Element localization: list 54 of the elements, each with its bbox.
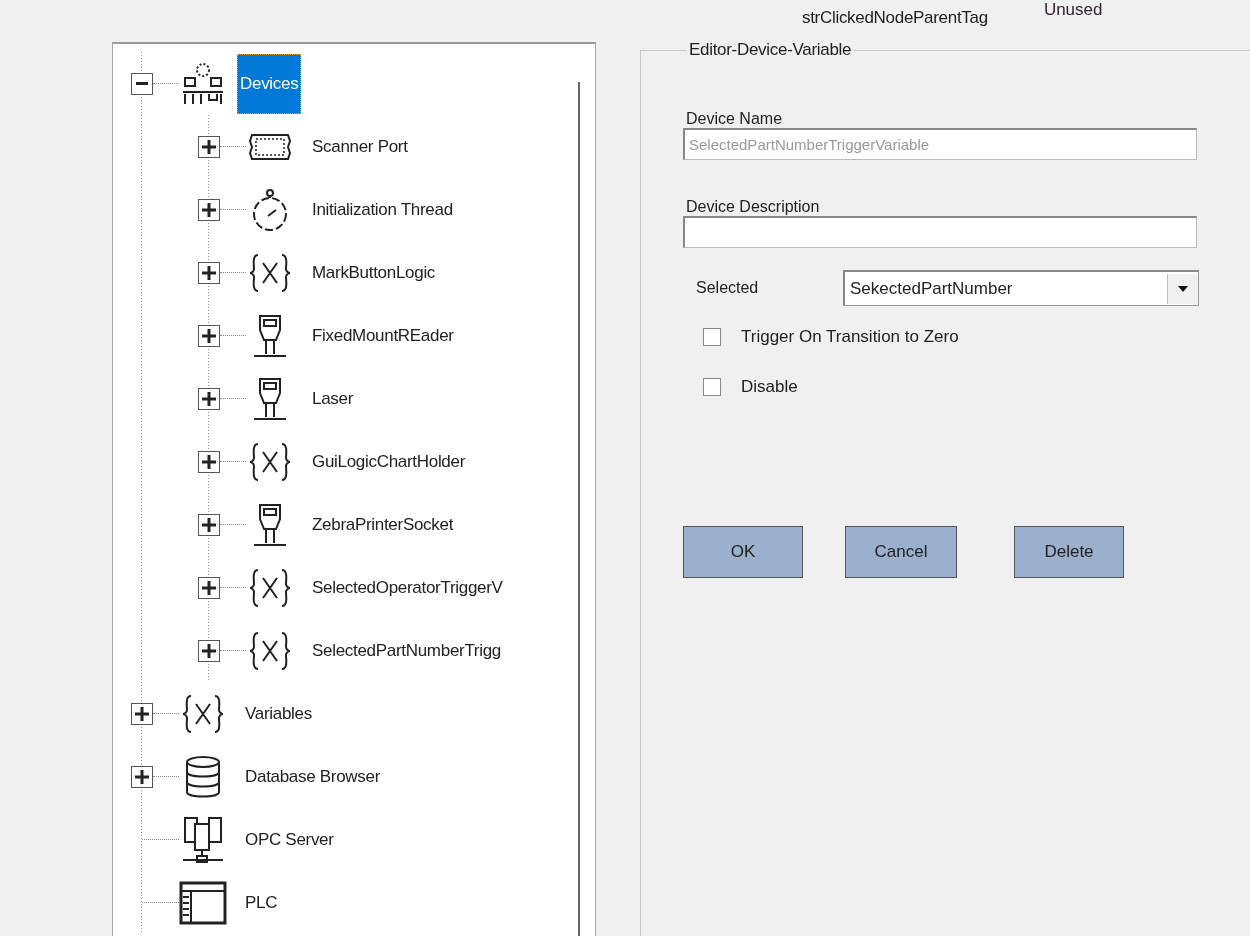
expander-button[interactable] bbox=[198, 387, 220, 410]
plus-icon bbox=[202, 517, 216, 532]
device-description-field[interactable] bbox=[683, 216, 1197, 248]
expander-button[interactable] bbox=[198, 639, 220, 662]
tree-item[interactable]: Database Browser bbox=[243, 766, 383, 787]
plus-icon bbox=[202, 580, 216, 595]
plus-icon bbox=[135, 706, 149, 721]
tag-value: Unused bbox=[1043, 0, 1103, 21]
expander-button[interactable] bbox=[198, 198, 220, 221]
plus-icon bbox=[135, 769, 149, 784]
checkbox-label: Disable bbox=[741, 377, 798, 397]
tree-item[interactable]: ZebraPrinterSocket bbox=[310, 514, 456, 535]
plus-icon bbox=[202, 328, 216, 343]
dialog-button[interactable]: Delete bbox=[1014, 526, 1124, 578]
group-title: Editor-Device-Variable bbox=[688, 40, 853, 60]
tree-item[interactable]: FixedMountREader bbox=[310, 325, 456, 346]
tree-item[interactable]: Initialization Thread bbox=[310, 199, 455, 220]
expander-button[interactable] bbox=[131, 702, 153, 725]
tree-item[interactable]: MarkButtonLogic bbox=[310, 262, 438, 283]
field-label: Device Description bbox=[686, 198, 821, 216]
dialog-button[interactable]: Cancel bbox=[845, 526, 957, 578]
expander-button[interactable] bbox=[198, 576, 220, 599]
checkbox[interactable] bbox=[703, 378, 721, 396]
plus-icon bbox=[202, 265, 216, 280]
expander-button[interactable] bbox=[131, 765, 153, 788]
plus-icon bbox=[202, 643, 216, 658]
tree-item[interactable]: Devices bbox=[237, 53, 302, 114]
expander-button[interactable] bbox=[198, 324, 220, 347]
selected-dropdown[interactable]: SekectedPartNumber bbox=[843, 270, 1199, 306]
dialog-button[interactable]: OK bbox=[683, 526, 803, 578]
checkbox-label: Trigger On Transition to Zero bbox=[741, 327, 959, 347]
tree-item[interactable]: Scanner Port bbox=[310, 136, 410, 157]
tag-label: strClickedNodeParentTag bbox=[802, 7, 988, 29]
tree-item[interactable]: SelectedOperatorTriggerV bbox=[310, 577, 505, 598]
field-label: Device Name bbox=[686, 110, 784, 128]
plus-icon bbox=[202, 454, 216, 469]
expander-button[interactable] bbox=[131, 72, 153, 95]
expander-button[interactable] bbox=[198, 261, 220, 284]
selected-label: Selected bbox=[695, 279, 760, 297]
caret-icon bbox=[1178, 285, 1188, 292]
tree-item[interactable]: Variables bbox=[243, 703, 314, 724]
tree-item[interactable]: PLC bbox=[243, 892, 280, 913]
expander-button[interactable] bbox=[198, 450, 220, 473]
plus-icon bbox=[202, 139, 216, 154]
tree-item[interactable]: SelectedPartNumberTrigg bbox=[310, 640, 503, 661]
tree-item[interactable]: GuiLogicChartHolder bbox=[310, 451, 468, 472]
expander-button[interactable] bbox=[198, 513, 220, 536]
expander-button[interactable] bbox=[198, 135, 220, 158]
tree-item[interactable]: OPC Server bbox=[243, 829, 336, 850]
checkbox[interactable] bbox=[703, 328, 721, 346]
plus-icon bbox=[202, 202, 216, 217]
tree-item[interactable]: Laser bbox=[310, 388, 356, 409]
plus-icon bbox=[202, 391, 216, 406]
minus-icon bbox=[136, 82, 148, 85]
